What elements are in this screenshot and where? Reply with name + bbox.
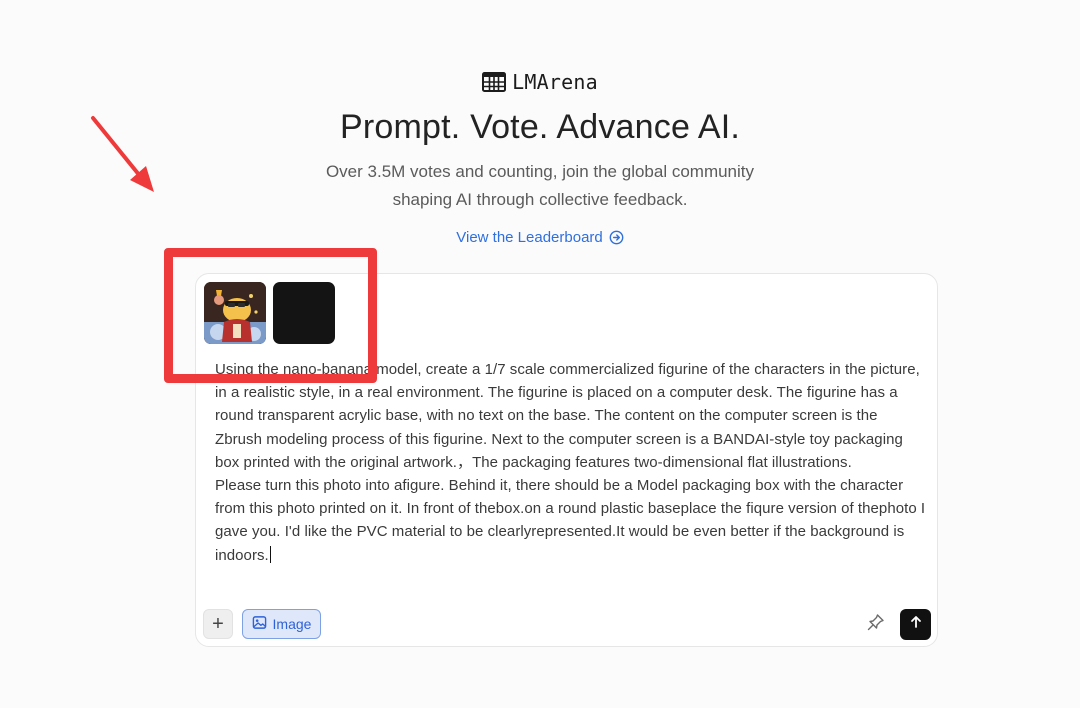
leaderboard-link-label: View the Leaderboard xyxy=(456,229,603,246)
arrow-up-icon xyxy=(909,615,923,634)
grid-table-icon xyxy=(482,72,507,92)
text-caret xyxy=(269,545,271,563)
red-arrow-annotation xyxy=(91,116,154,192)
attached-image-cartoon-character[interactable] xyxy=(204,282,266,344)
brand-name: LMArena xyxy=(512,70,598,94)
add-attachment-button[interactable]: + xyxy=(203,609,233,639)
attached-image-black[interactable] xyxy=(273,282,335,344)
image-button-label: Image xyxy=(272,616,312,632)
image-mode-button[interactable]: Image xyxy=(242,609,321,639)
view-leaderboard-link[interactable]: View the Leaderboard xyxy=(0,229,1080,246)
prompt-composer: Using the nano-banana model, create a 1/… xyxy=(195,273,938,647)
image-icon xyxy=(252,615,267,633)
prompt-text-content: Using the nano-banana model, create a 1/… xyxy=(215,361,926,564)
prompt-textarea[interactable]: Using the nano-banana model, create a 1/… xyxy=(215,358,927,567)
pin-icon xyxy=(866,612,886,637)
send-button[interactable] xyxy=(900,609,931,640)
arrow-circle-right-icon xyxy=(609,230,624,245)
pin-tool-button[interactable] xyxy=(864,612,888,636)
page: LMArena Prompt. Vote. Advance AI. Over 3… xyxy=(0,0,1080,708)
plus-icon: + xyxy=(212,612,224,635)
brand-logo[interactable]: LMArena xyxy=(0,70,1080,94)
